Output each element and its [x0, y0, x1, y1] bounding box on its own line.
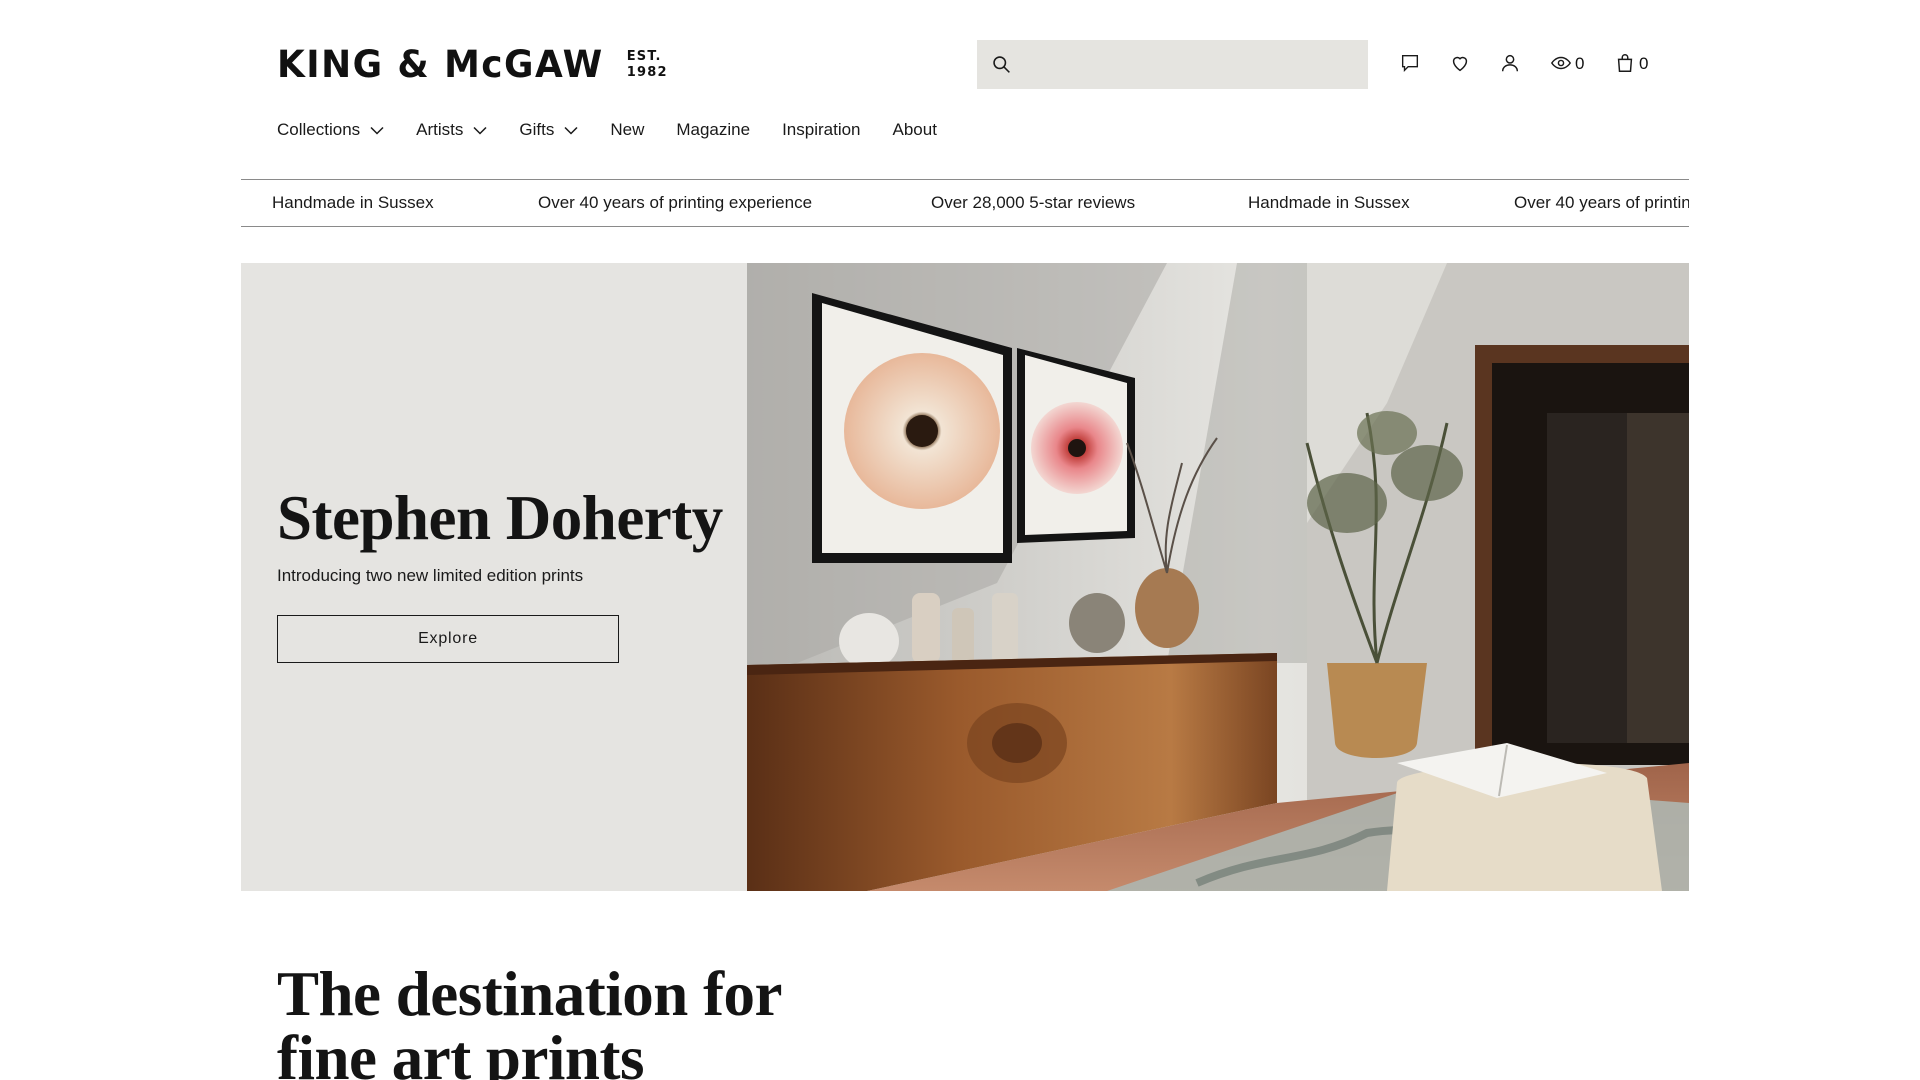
recently-viewed-count: 0: [1575, 53, 1585, 73]
hero-text-panel: Stephen Doherty Introducing two new limi…: [241, 263, 747, 891]
hero-banner: Stephen Doherty Introducing two new limi…: [241, 263, 1689, 891]
explore-button[interactable]: Explore: [277, 615, 619, 663]
nav-item-label: New: [610, 120, 645, 139]
chevron-down-icon: [370, 126, 384, 135]
nav-item-gifts[interactable]: Gifts: [519, 118, 578, 142]
nav-item-label: Artists: [416, 120, 464, 139]
hero-subtitle: Introducing two new limited edition prin…: [277, 566, 584, 585]
search-bar[interactable]: [977, 40, 1368, 89]
eye-icon: [1550, 56, 1572, 70]
search-input[interactable]: [1021, 40, 1361, 89]
nav-item-label: Magazine: [676, 120, 751, 139]
usp-ticker: Handmade in Sussex Over 40 years of prin…: [241, 179, 1689, 227]
nav-item-label: Collections: [277, 120, 361, 139]
brand-est-year: 1982: [626, 64, 668, 80]
hero-title: Stephen Doherty: [277, 483, 723, 553]
brand-est-label: EST.: [626, 48, 662, 64]
chat-button[interactable]: [1399, 52, 1421, 74]
recently-viewed-button[interactable]: 0: [1550, 52, 1584, 74]
nav-item-about[interactable]: About: [893, 118, 937, 142]
brand-established: EST. 1982: [627, 49, 668, 81]
brand-name: KING & McGAW: [277, 43, 604, 86]
user-icon: [1501, 54, 1519, 72]
main-navigation: Collections Artists Gifts New Magazine I…: [277, 118, 969, 142]
intro-heading: The destination for fine art prints: [277, 962, 977, 1080]
chevron-down-icon: [473, 126, 487, 135]
nav-item-artists[interactable]: Artists: [416, 118, 487, 142]
hero-image[interactable]: [747, 263, 1689, 891]
intro-heading-line1: The destination for: [277, 959, 783, 1029]
ticker-item: Over 40 years of printing experience: [538, 193, 813, 212]
bag-count: 0: [1639, 53, 1649, 73]
chat-icon: [1401, 54, 1419, 72]
nav-item-new[interactable]: New: [610, 118, 644, 142]
ticker-item: Handmade in Sussex: [1248, 193, 1410, 212]
intro-heading-line2: fine art prints: [277, 1023, 644, 1080]
chevron-down-icon: [564, 126, 578, 135]
heart-icon: [1452, 56, 1468, 72]
bag-button[interactable]: 0: [1614, 52, 1648, 74]
nav-item-magazine[interactable]: Magazine: [676, 118, 750, 142]
ticker-item: Over 28,000 5-star reviews: [931, 193, 1136, 212]
wishlist-button[interactable]: [1449, 52, 1471, 74]
brand-logo[interactable]: KING & McGAW EST. 1982: [277, 46, 668, 83]
nav-item-inspiration[interactable]: Inspiration: [782, 118, 860, 142]
search-icon[interactable]: [991, 54, 1012, 75]
ticker-item: Handmade in Sussex: [272, 193, 434, 212]
interior-scene-image: [747, 263, 1689, 891]
nav-item-label: Inspiration: [782, 120, 861, 139]
account-button[interactable]: [1499, 52, 1521, 74]
shopping-bag-icon: [1617, 54, 1633, 72]
nav-item-label: About: [892, 120, 937, 139]
nav-item-collections[interactable]: Collections: [277, 118, 384, 142]
site-header: KING & McGAW EST. 1982 0 0 Collections A…: [0, 0, 1920, 180]
ticker-item: Over 40 years of printing experience: [1514, 193, 1689, 212]
nav-item-label: Gifts: [519, 120, 555, 139]
